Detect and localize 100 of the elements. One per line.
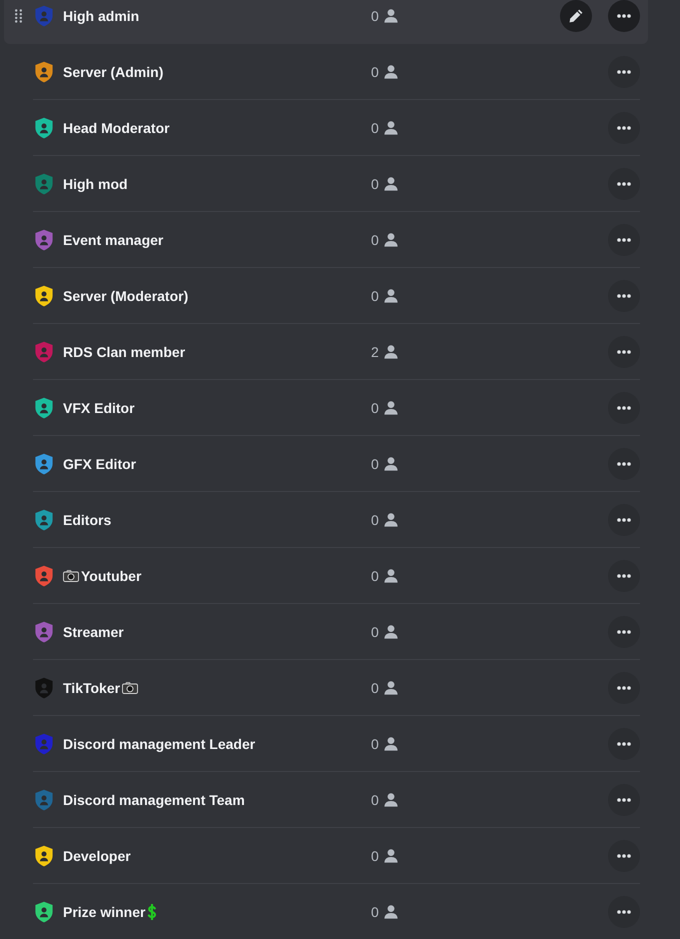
- more-icon: [617, 742, 631, 746]
- more-icon: [617, 70, 631, 74]
- more-icon: [617, 686, 631, 690]
- member-count: 0: [371, 568, 379, 584]
- more-icon: [617, 854, 631, 858]
- more-icon: [617, 294, 631, 298]
- more-icon: [617, 630, 631, 634]
- person-icon: [384, 120, 398, 134]
- camera-icon: [122, 682, 138, 694]
- role-row[interactable]: Prize winner 0: [4, 884, 648, 939]
- member-count: 0: [371, 512, 379, 528]
- role-row[interactable]: Editors 0: [4, 492, 648, 548]
- more-button[interactable]: [608, 784, 640, 816]
- more-button[interactable]: [608, 56, 640, 88]
- camera-icon: [63, 570, 79, 582]
- role-name: High mod: [63, 176, 128, 192]
- person-icon: [384, 624, 398, 638]
- member-count: 0: [371, 848, 379, 864]
- more-button[interactable]: [608, 336, 640, 368]
- role-name: TikToker: [63, 680, 120, 696]
- person-icon: [384, 176, 398, 190]
- more-button[interactable]: [608, 168, 640, 200]
- more-button[interactable]: [608, 728, 640, 760]
- more-button[interactable]: [608, 840, 640, 872]
- member-count: 0: [371, 456, 379, 472]
- role-name: Prize winner: [63, 904, 146, 920]
- role-row[interactable]: Discord management Leader 0: [4, 716, 648, 772]
- member-count: 2: [371, 344, 379, 360]
- member-count: 0: [371, 792, 379, 808]
- more-button[interactable]: [608, 616, 640, 648]
- more-button[interactable]: [608, 896, 640, 928]
- more-button[interactable]: [608, 392, 640, 424]
- member-count: 0: [371, 232, 379, 248]
- person-icon: [384, 512, 398, 526]
- member-count: 0: [371, 288, 379, 304]
- more-button[interactable]: [608, 0, 640, 32]
- role-name: Streamer: [63, 624, 124, 640]
- role-name: Head Moderator: [63, 120, 170, 136]
- role-name: GFX Editor: [63, 456, 136, 472]
- role-name: RDS Clan member: [63, 344, 186, 360]
- role-row[interactable]: VFX Editor 0: [4, 380, 648, 436]
- role-row[interactable]: High mod 0: [4, 156, 648, 212]
- more-icon: [617, 350, 631, 354]
- role-row[interactable]: Streamer 0: [4, 604, 648, 660]
- role-row[interactable]: Server (Moderator) 0: [4, 268, 648, 324]
- person-icon: [384, 792, 398, 806]
- more-button[interactable]: [608, 224, 640, 256]
- more-icon: [617, 14, 631, 18]
- more-button[interactable]: [608, 672, 640, 704]
- person-icon: [384, 400, 398, 414]
- more-icon: [617, 798, 631, 802]
- member-count: 0: [371, 904, 379, 920]
- role-row[interactable]: High admin 0: [4, 0, 648, 44]
- more-button[interactable]: [608, 504, 640, 536]
- member-count: 0: [371, 120, 379, 136]
- role-name: Discord management Leader: [63, 736, 256, 752]
- more-icon: [617, 126, 631, 130]
- role-name: Server (Admin): [63, 64, 164, 80]
- role-row[interactable]: GFX Editor 0: [4, 436, 648, 492]
- role-name: Event manager: [63, 232, 164, 248]
- person-icon: [384, 64, 398, 78]
- role-row[interactable]: Developer 0: [4, 828, 648, 884]
- more-icon: [617, 910, 631, 914]
- more-icon: [617, 238, 631, 242]
- pencil-icon: [568, 8, 584, 24]
- role-name: High admin: [63, 8, 140, 24]
- more-icon: [617, 182, 631, 186]
- role-name: Server (Moderator): [63, 288, 188, 304]
- role-row[interactable]: Server (Admin) 0: [4, 44, 648, 100]
- member-count: 0: [371, 8, 379, 24]
- more-icon: [617, 518, 631, 522]
- person-icon: [384, 848, 398, 862]
- role-row[interactable]: Event manager 0: [4, 212, 648, 268]
- more-button[interactable]: [608, 448, 640, 480]
- more-button[interactable]: [608, 280, 640, 312]
- role-row[interactable]: Head Moderator 0: [4, 100, 648, 156]
- role-row[interactable]: RDS Clan member 2: [4, 324, 648, 380]
- member-count: 0: [371, 624, 379, 640]
- person-icon: [384, 456, 398, 470]
- drag-handle-icon[interactable]: [15, 9, 22, 23]
- role-name: Youtuber: [81, 568, 142, 584]
- role-row[interactable]: Discord management Team 0: [4, 772, 648, 828]
- role-name: VFX Editor: [63, 400, 135, 416]
- more-button[interactable]: [608, 560, 640, 592]
- more-icon: [617, 462, 631, 466]
- more-icon: [617, 574, 631, 578]
- edit-button[interactable]: [560, 0, 592, 32]
- role-row[interactable]: TikToker 0: [4, 660, 648, 716]
- person-icon: [384, 288, 398, 302]
- role-row[interactable]: Youtuber 0: [4, 548, 648, 604]
- member-count: 0: [371, 400, 379, 416]
- member-count: 0: [371, 736, 379, 752]
- more-icon: [617, 406, 631, 410]
- member-count: 0: [371, 680, 379, 696]
- role-name: Developer: [63, 848, 131, 864]
- member-count: 0: [371, 64, 379, 80]
- person-icon: [384, 904, 398, 918]
- person-icon: [384, 344, 398, 358]
- more-button[interactable]: [608, 112, 640, 144]
- dollar-icon: [147, 904, 158, 920]
